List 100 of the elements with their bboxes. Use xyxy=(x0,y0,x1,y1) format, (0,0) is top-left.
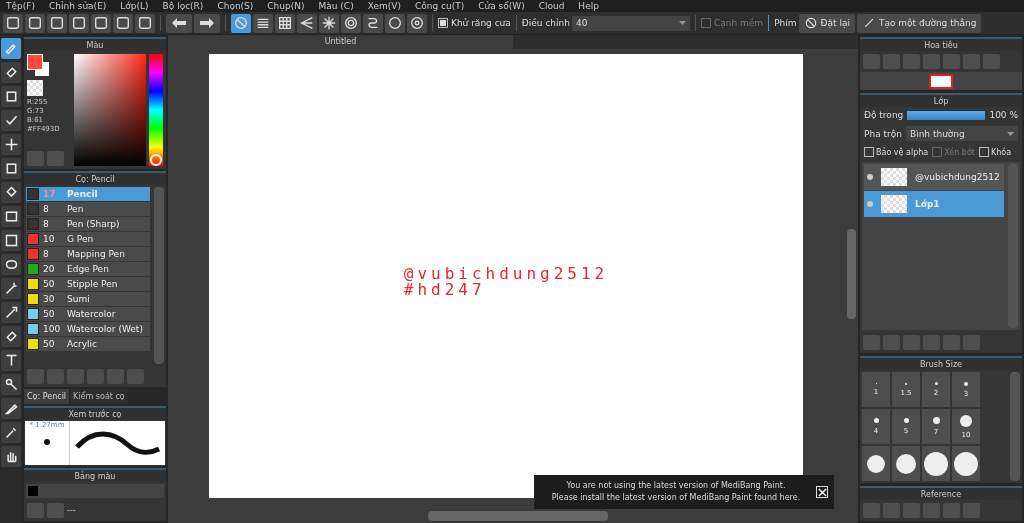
radial-lines-button[interactable] xyxy=(319,13,339,33)
correction-label: Điều chỉnh xyxy=(521,18,570,28)
magic-wand-tool[interactable] xyxy=(1,278,21,299)
brush-item[interactable]: 50 Watercolor xyxy=(26,307,150,321)
document-tab[interactable]: Untitled xyxy=(168,35,513,49)
no-ruler-icon xyxy=(233,15,249,31)
perspective-button[interactable] xyxy=(297,13,317,33)
correction-dropdown[interactable]: 40 xyxy=(572,15,690,31)
curve-button[interactable] xyxy=(363,13,383,33)
opacity-slider[interactable] xyxy=(907,110,986,120)
eyedropper-icon xyxy=(3,425,19,440)
transparent-swatch[interactable] xyxy=(27,80,43,96)
visibility-icon[interactable] xyxy=(867,174,873,180)
layer-option-checkbox[interactable]: Bảo vệ alpha xyxy=(864,147,929,157)
panel-tab[interactable]: Kiểm soát cọ xyxy=(70,389,128,404)
panel-title: Brush Size xyxy=(919,359,963,369)
eyedropper-tool[interactable] xyxy=(1,422,21,443)
menu-item[interactable]: Tệp(F) xyxy=(6,0,35,12)
scrollbar[interactable] xyxy=(154,187,164,364)
menu-item[interactable]: Công cụ(T) xyxy=(414,0,465,12)
square-tool[interactable] xyxy=(1,86,21,107)
color-swatches[interactable] xyxy=(27,54,51,78)
brush-size-option[interactable] xyxy=(862,446,890,481)
menu-item[interactable]: Lớp(L) xyxy=(120,0,149,12)
hand-tool[interactable] xyxy=(1,446,21,467)
menu-item[interactable]: Cửa sổ(W) xyxy=(478,0,525,12)
layer-thumbnail xyxy=(881,195,907,213)
menu-item[interactable]: Chỉnh sửa(E) xyxy=(48,0,107,12)
brush-item[interactable]: 50 Stipple Pen xyxy=(26,277,150,291)
menu-item[interactable]: Bộ lọc(R) xyxy=(162,0,204,12)
opacity-label: Độ trong xyxy=(864,110,904,120)
brush-icon xyxy=(3,41,19,56)
blend-mode-dropdown[interactable]: Bình thường xyxy=(905,126,1018,141)
text-tool[interactable] xyxy=(1,350,21,371)
selection-pen-icon xyxy=(3,305,19,320)
menu-item[interactable]: Màu (C) xyxy=(318,0,354,12)
caret-icon xyxy=(679,21,686,25)
undo-button[interactable] xyxy=(166,13,192,33)
parallel-lines-button[interactable] xyxy=(253,13,273,33)
canvas-text: #hd247 xyxy=(403,282,486,298)
filled-square-tool[interactable] xyxy=(1,158,21,179)
brush-item[interactable]: 8 Mapping Pen xyxy=(26,247,150,261)
opacity-value: 100 % xyxy=(989,110,1018,120)
eraser-tool[interactable] xyxy=(1,62,21,83)
blend-label: Pha trộn xyxy=(864,128,902,139)
selection-tool[interactable] xyxy=(1,230,21,251)
menu-item[interactable]: Help xyxy=(578,0,599,12)
navigator-preview[interactable] xyxy=(929,73,953,89)
panel-title: Màu xyxy=(86,40,104,50)
brush-item[interactable]: 30 Sumi xyxy=(26,292,150,306)
redo-button[interactable] xyxy=(194,13,220,33)
paint-bucket-icon xyxy=(3,185,19,200)
selection-pen-tool[interactable] xyxy=(1,302,21,323)
menu-item[interactable]: Cloud xyxy=(538,0,565,12)
concentric-circles-icon xyxy=(343,15,359,31)
hue-slider[interactable] xyxy=(149,54,163,166)
gear-button[interactable] xyxy=(407,13,427,33)
brush-item[interactable]: 50 Acrylic xyxy=(26,337,150,351)
panel-title: Bảng màu xyxy=(74,471,116,481)
reset-button[interactable]: Đặt lại xyxy=(798,13,855,33)
horizontal-scrollbar[interactable] xyxy=(428,511,608,521)
concentric-circles-button[interactable] xyxy=(341,13,361,33)
brush-item[interactable]: 100 Watercolor (Wet) xyxy=(26,322,150,336)
scrollbar[interactable] xyxy=(1010,372,1020,481)
paint-bucket-tool[interactable] xyxy=(1,182,21,203)
panel-title: Cọ: Pencil xyxy=(75,174,115,184)
brush-item[interactable]: 8 Pen xyxy=(26,202,150,216)
no-ruler-button[interactable] xyxy=(231,13,251,33)
color-mix-button[interactable] xyxy=(47,151,64,166)
perspective-icon xyxy=(299,15,315,31)
brush-item[interactable]: 20 Edge Pen xyxy=(26,262,150,276)
layer-item[interactable]: @vubichdung2512 xyxy=(864,164,1004,190)
brush-item[interactable]: 8 Pen (Sharp) xyxy=(26,217,150,231)
straight-line-button[interactable]: Tạo một đường thẳng xyxy=(856,13,982,33)
antialias-checkbox[interactable]: Khử răng cưa xyxy=(438,18,511,28)
layer-option-checkbox[interactable]: Khóa xyxy=(978,147,1012,157)
lasso-tool[interactable] xyxy=(1,254,21,275)
snap-label: Phím xyxy=(774,18,797,28)
gear-icon xyxy=(409,15,425,31)
menu-item[interactable]: Xem(V) xyxy=(367,0,401,12)
panel-title: Hoa tiêu xyxy=(924,40,958,50)
brush-size-option[interactable] xyxy=(952,446,980,481)
eraser-icon xyxy=(3,65,19,80)
palette-swatch[interactable] xyxy=(28,486,38,496)
panel-tab[interactable]: Cọ: Pencil xyxy=(24,389,70,404)
color-picker-square[interactable] xyxy=(74,54,146,166)
selection-eraser-tool[interactable] xyxy=(1,326,21,347)
pen-tool[interactable] xyxy=(1,398,21,419)
brush-item[interactable]: 10 G Pen xyxy=(26,232,150,246)
ellipse-button[interactable] xyxy=(385,13,405,33)
brush-size-option[interactable] xyxy=(892,446,920,481)
notification-text: You are not using the latest version of MediBang Paint. xyxy=(565,480,787,492)
menu-item[interactable]: Chọn(S) xyxy=(217,0,254,12)
close-button[interactable] xyxy=(816,486,828,498)
caret-icon xyxy=(1007,131,1014,136)
move-tool[interactable] xyxy=(1,134,21,155)
menu-item[interactable]: Chụp(N) xyxy=(267,0,305,12)
vertical-scrollbar[interactable] xyxy=(847,229,856,319)
arrow-right-icon xyxy=(198,16,216,30)
brush-size-option[interactable] xyxy=(922,446,950,481)
